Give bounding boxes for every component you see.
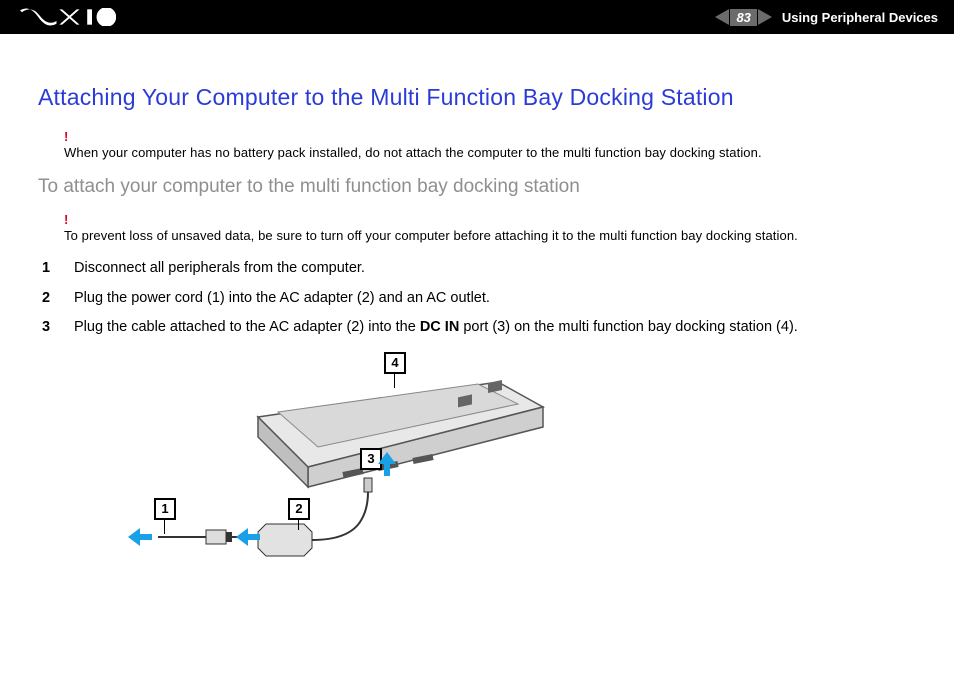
warning-1: ! When your computer has no battery pack… (64, 129, 916, 162)
header-bar: 83 Using Peripheral Devices (0, 0, 954, 34)
next-page-icon[interactable] (758, 9, 772, 25)
step-number: 3 (42, 318, 56, 338)
page-content: Attaching Your Computer to the Multi Fun… (0, 34, 954, 582)
warning-2-text: To prevent loss of unsaved data, be sure… (64, 228, 798, 243)
page-number: 83 (730, 9, 756, 26)
power-adapter-illustration (128, 352, 388, 582)
prev-page-icon[interactable] (715, 9, 729, 25)
arrow-left-icon (128, 530, 152, 544)
step-number: 2 (42, 289, 56, 309)
step-text: Plug the cable attached to the AC adapte… (74, 318, 798, 338)
step-text: Disconnect all peripherals from the comp… (74, 259, 365, 279)
callout-stem (394, 374, 395, 388)
callout-4: 4 (384, 352, 406, 374)
page-title: Attaching Your Computer to the Multi Fun… (38, 84, 916, 111)
callout-stem (164, 520, 165, 534)
callout-2: 2 (288, 498, 310, 520)
step-2: 2 Plug the power cord (1) into the AC ad… (42, 289, 916, 309)
arrow-up-icon (380, 452, 394, 476)
arrow-left-icon (236, 530, 260, 544)
callout-stem (298, 520, 299, 530)
step-1: 1 Disconnect all peripherals from the co… (42, 259, 916, 279)
section-title: Using Peripheral Devices (782, 10, 938, 25)
warning-icon: ! (64, 129, 916, 144)
docking-figure: 1 2 3 4 (128, 352, 558, 582)
vaio-logo (20, 8, 116, 26)
step-list: 1 Disconnect all peripherals from the co… (42, 259, 916, 338)
sub-heading: To attach your computer to the multi fun… (38, 176, 916, 198)
step-3: 3 Plug the cable attached to the AC adap… (42, 318, 916, 338)
page-nav: 83 (715, 9, 771, 26)
warning-1-text: When your computer has no battery pack i… (64, 145, 762, 160)
callout-1: 1 (154, 498, 176, 520)
warning-icon: ! (64, 212, 916, 227)
step-text: Plug the power cord (1) into the AC adap… (74, 289, 490, 309)
warning-2: ! To prevent loss of unsaved data, be su… (64, 212, 916, 245)
step-number: 1 (42, 259, 56, 279)
